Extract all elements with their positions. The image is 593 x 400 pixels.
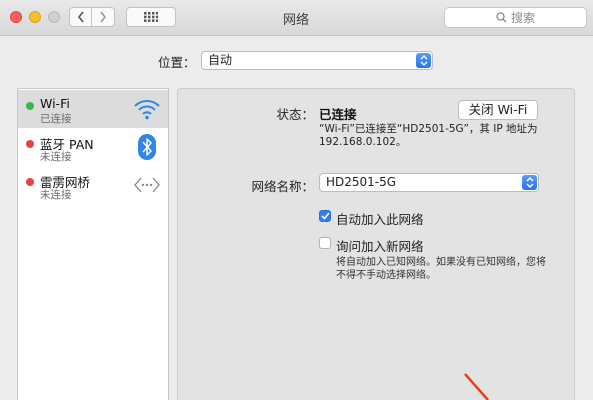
annotation-arrow [464, 373, 489, 400]
